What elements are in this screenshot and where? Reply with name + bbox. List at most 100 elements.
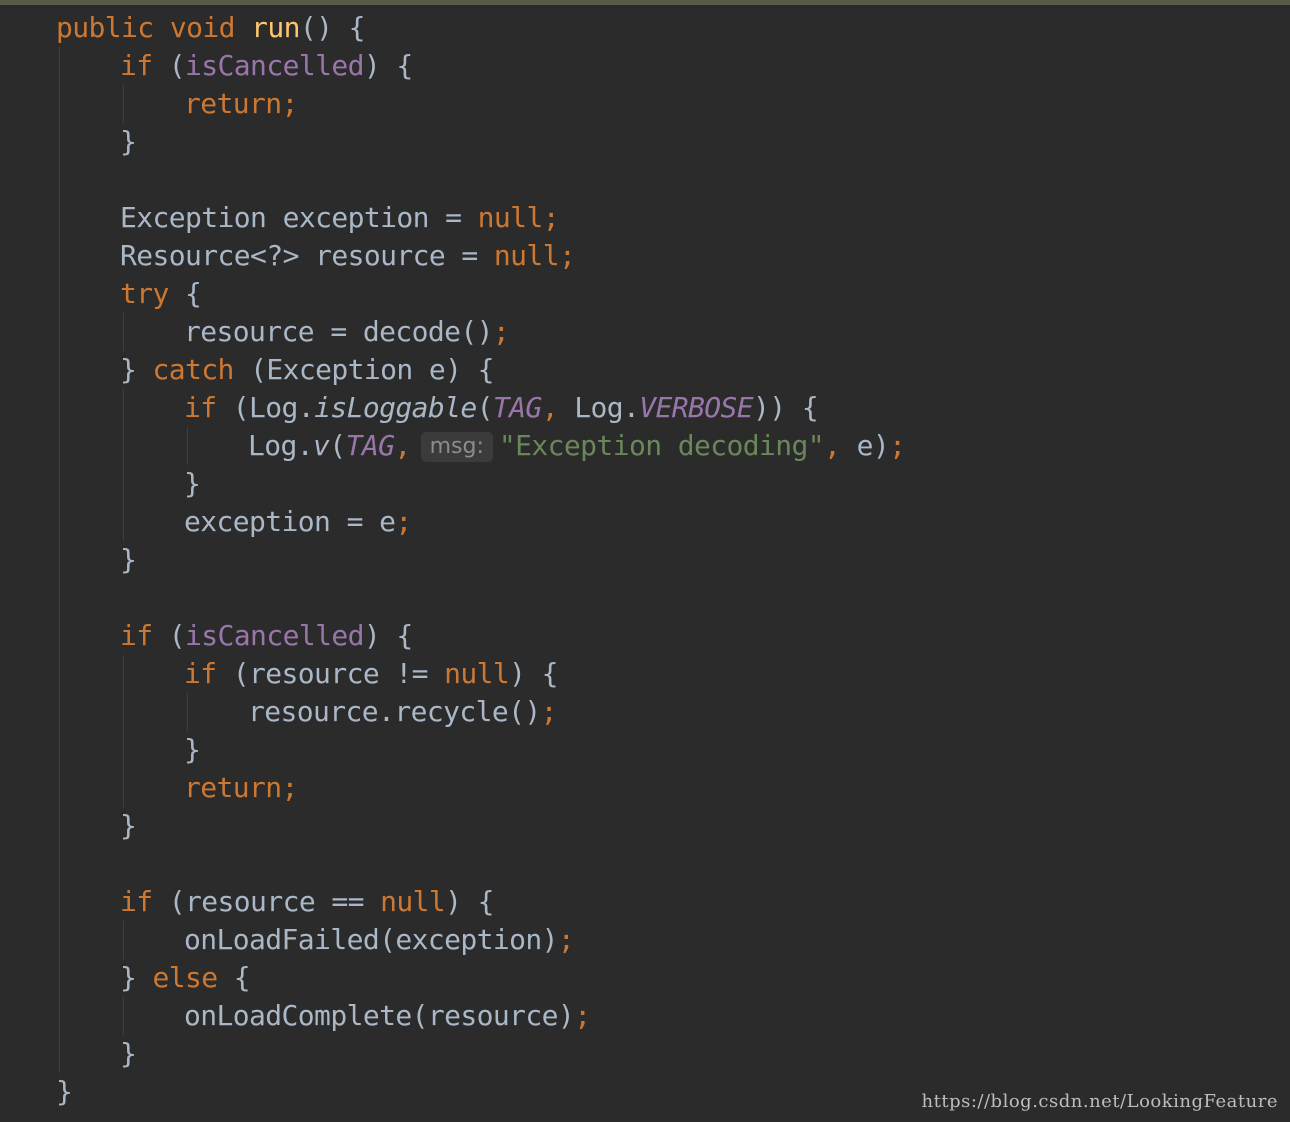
code-token: resource.recycle()	[248, 695, 541, 728]
code-line[interactable]: if (isCancelled) {	[56, 47, 905, 85]
code-line[interactable]: onLoadFailed(exception);	[56, 921, 905, 959]
code-token: (	[329, 429, 346, 462]
code-token: ;	[540, 695, 558, 728]
code-token: }	[56, 1075, 73, 1108]
code-line[interactable]: Resource<?> resource = null;	[56, 237, 905, 275]
code-token: public	[56, 11, 154, 44]
code-token: ;	[492, 315, 510, 348]
code-line[interactable]: }	[56, 807, 905, 845]
code-line[interactable]: } else {	[56, 959, 905, 997]
code-token: null	[380, 885, 446, 918]
code-token: exception = e	[184, 505, 396, 538]
code-token: isCancelled	[185, 49, 364, 82]
code-line[interactable]: }	[56, 541, 905, 579]
code-token: {	[217, 961, 251, 994]
code-token: TAG	[345, 429, 395, 462]
code-line[interactable]: Exception exception = null;	[56, 199, 905, 237]
code-token: (	[152, 619, 186, 652]
code-line[interactable]	[56, 579, 905, 617]
code-line[interactable]: resource.recycle();	[56, 693, 905, 731]
code-token: e)	[856, 429, 890, 462]
code-token: ,	[824, 429, 857, 462]
code-token: null;	[493, 239, 576, 272]
code-token: (Log.	[216, 391, 315, 424]
watermark: https://blog.csdn.net/LookingFeature	[921, 1091, 1278, 1112]
code-token: }	[184, 733, 201, 766]
code-line[interactable]: return;	[56, 769, 905, 807]
code-token: (resource !=	[216, 657, 445, 690]
editor-top-border	[0, 0, 1290, 5]
code-line[interactable]: if (resource != null) {	[56, 655, 905, 693]
code-token: ) {	[363, 49, 413, 82]
code-token: catch	[152, 353, 235, 386]
code-token: }	[184, 467, 201, 500]
code-token: v	[313, 429, 330, 462]
code-token: ;	[574, 999, 591, 1032]
code-token: null;	[477, 201, 560, 234]
code-token: {	[168, 277, 202, 310]
code-token: Log.	[574, 391, 640, 424]
code-token: () {	[299, 11, 366, 44]
code-line[interactable]: }	[56, 1073, 905, 1111]
code-token: Exception exception =	[120, 201, 478, 234]
code-line[interactable]: try {	[56, 275, 905, 313]
code-line[interactable]: exception = e;	[56, 503, 905, 541]
code-line[interactable]: public void run() {	[56, 9, 905, 47]
code-line[interactable]: if (Log.isLoggable(TAG, Log.VERBOSE)) {	[56, 389, 905, 427]
code-token: void	[169, 11, 236, 44]
code-token: "Exception decoding"	[498, 429, 825, 462]
code-token: }	[120, 961, 153, 994]
code-token: else	[152, 961, 219, 994]
code-line[interactable]: } catch (Exception e) {	[56, 351, 905, 389]
code-line[interactable]: }	[56, 731, 905, 769]
code-token: ,	[541, 391, 575, 424]
code-token: ;	[889, 429, 906, 462]
parameter-hint: msg:	[420, 432, 493, 462]
code-token: if	[184, 391, 217, 424]
code-token: (	[476, 391, 494, 424]
code-token: resource = decode()	[184, 315, 494, 348]
code-token: ) {	[363, 619, 413, 652]
code-token: Resource<?> resource =	[120, 239, 494, 272]
code-line[interactable]: }	[56, 1035, 905, 1073]
code-line[interactable]	[56, 161, 905, 199]
code-token: Log.	[248, 429, 314, 462]
code-token: TAG	[492, 391, 542, 424]
code-line[interactable]: return;	[56, 85, 905, 123]
code-token: isCancelled	[185, 619, 364, 652]
code-token: ;	[557, 923, 575, 956]
code-token: try	[120, 277, 169, 310]
code-token: }	[120, 1037, 137, 1070]
code-line[interactable]: onLoadComplete(resource);	[56, 997, 905, 1035]
code-token: }	[120, 543, 137, 576]
code-editor[interactable]: public void run() {if (isCancelled) {ret…	[56, 9, 906, 1111]
code-line[interactable]	[56, 845, 905, 883]
code-token: return;	[184, 771, 298, 804]
code-token: if	[120, 49, 153, 82]
code-token: return;	[184, 87, 298, 120]
code-token: }	[120, 353, 153, 386]
code-token: ;	[395, 505, 412, 538]
code-token: ) {	[445, 885, 494, 918]
code-token: if	[120, 619, 153, 652]
code-token: onLoadFailed(exception)	[184, 923, 559, 956]
code-line[interactable]: if (resource == null) {	[56, 883, 905, 921]
code-token: VERBOSE	[639, 391, 754, 424]
code-line[interactable]: }	[56, 123, 905, 161]
code-token: ,	[394, 429, 411, 462]
code-token: ) {	[509, 657, 558, 690]
code-token: null	[444, 657, 510, 690]
code-line[interactable]: resource = decode();	[56, 313, 905, 351]
code-token: }	[120, 809, 137, 842]
code-token: (Exception e) {	[233, 353, 494, 386]
code-token: (	[152, 49, 186, 82]
code-line[interactable]: Log.v(TAG, msg: "Exception decoding", e);	[56, 427, 906, 465]
code-token: isLoggable	[314, 391, 477, 424]
code-line[interactable]: if (isCancelled) {	[56, 617, 905, 655]
code-token: if	[184, 657, 217, 690]
code-token: onLoadComplete(resource)	[184, 999, 575, 1032]
code-line[interactable]: }	[56, 465, 905, 503]
code-token: )) {	[753, 391, 819, 424]
